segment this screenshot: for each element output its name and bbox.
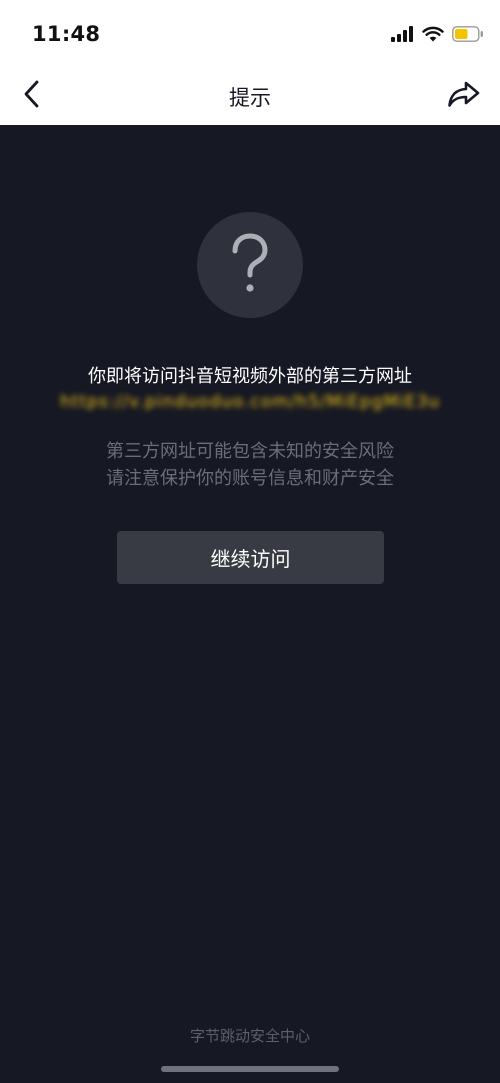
external-link-heading: 你即将访问抖音短视频外部的第三方网址	[88, 366, 412, 387]
cellular-signal-icon	[390, 26, 414, 46]
external-url: https://v.pinduoduo.com/h5/MiEpgMiE3uu6	[60, 392, 440, 412]
page-title: 提示	[229, 86, 271, 110]
wifi-icon	[422, 26, 444, 46]
share-arrow-icon	[447, 80, 481, 112]
status-icons	[390, 24, 484, 48]
external-url-text: https://v.pinduoduo.com/h5/MiEpgMiE3uu6	[60, 392, 440, 412]
footer-security-center: 字节跳动安全中心	[189, 1027, 310, 1045]
warning-text-line1: 第三方网址可能包含未知的安全风险	[106, 441, 394, 462]
continue-visit-button[interactable]: 继续访问	[117, 531, 384, 584]
share-button[interactable]	[442, 76, 486, 116]
warning-text-line2: 请注意保护你的账号信息和财产安全	[106, 468, 394, 489]
chevron-left-icon	[23, 79, 41, 113]
battery-icon	[452, 26, 484, 46]
home-indicator[interactable]	[161, 1066, 339, 1072]
status-bar: 11:48	[0, 0, 500, 70]
back-button[interactable]	[12, 76, 52, 116]
nav-bar: 提示	[0, 70, 500, 125]
top-bar: 11:48 提示	[0, 0, 500, 125]
question-mark-icon	[197, 212, 303, 318]
status-time: 11:48	[32, 22, 101, 46]
